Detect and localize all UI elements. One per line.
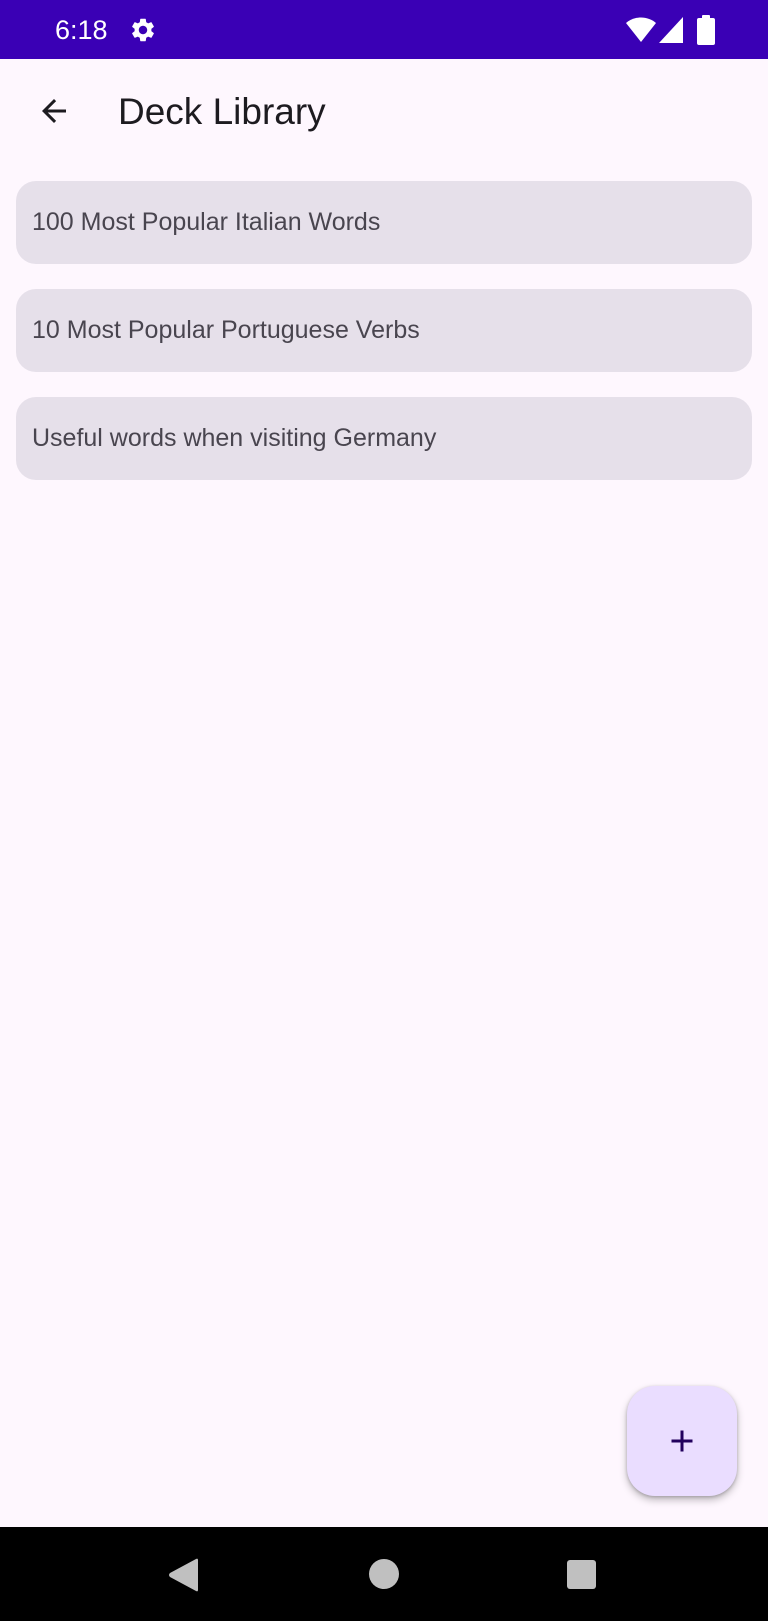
add-deck-button[interactable]	[627, 1386, 737, 1496]
battery-icon	[697, 15, 715, 45]
nav-recents-icon[interactable]	[567, 1560, 596, 1589]
status-bar: 6:18	[0, 0, 768, 59]
plus-icon	[671, 1430, 693, 1452]
deck-item-label: Useful words when visiting Germany	[32, 424, 437, 452]
nav-back-icon[interactable]	[168, 1558, 200, 1592]
deck-item-label: 10 Most Popular Portuguese Verbs	[32, 316, 420, 344]
deck-item[interactable]: Useful words when visiting Germany	[16, 397, 752, 480]
page-title: Deck Library	[118, 91, 326, 132]
system-navigation-bar	[0, 1527, 768, 1621]
gear-icon	[132, 18, 154, 42]
deck-list: 100 Most Popular Italian Words 10 Most P…	[16, 181, 752, 505]
deck-item[interactable]: 10 Most Popular Portuguese Verbs	[16, 289, 752, 372]
wifi-icon	[626, 17, 656, 42]
status-time: 6:18	[55, 15, 108, 45]
deck-item-label: 100 Most Popular Italian Words	[32, 208, 381, 236]
deck-item[interactable]: 100 Most Popular Italian Words	[16, 181, 752, 264]
arrow-back-icon	[42, 99, 66, 123]
back-button[interactable]	[26, 83, 82, 139]
nav-home-icon[interactable]	[369, 1559, 399, 1589]
top-app-bar: Deck Library	[0, 59, 768, 171]
cellular-signal-icon	[659, 17, 683, 43]
